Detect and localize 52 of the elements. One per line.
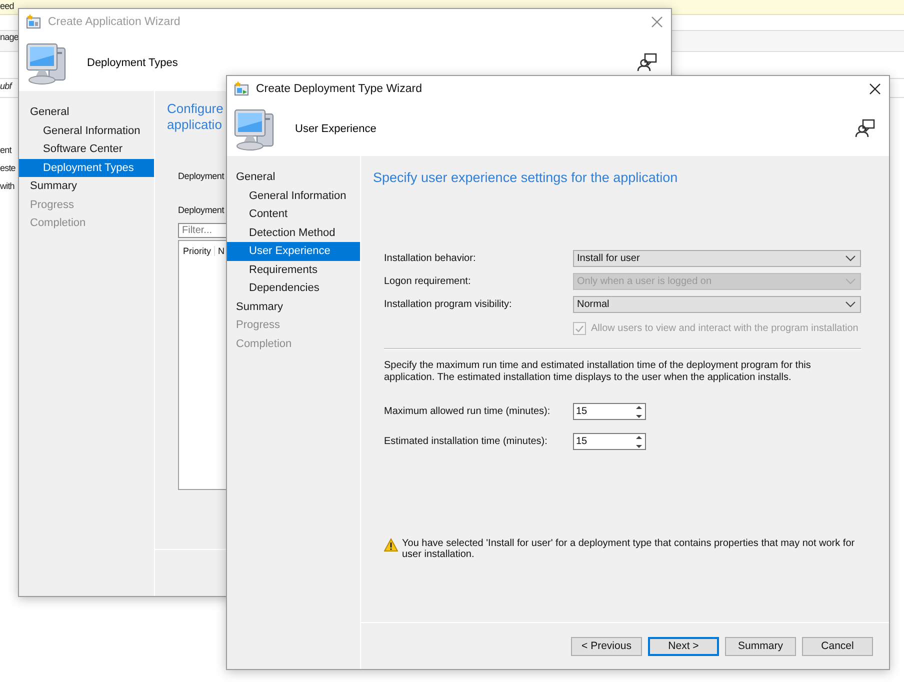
- window-title: Create Application Wizard: [48, 16, 182, 28]
- field-label: Deployment: [178, 171, 224, 181]
- wizard-button[interactable]: Summary: [725, 636, 796, 656]
- nav-item[interactable]: General Information: [19, 122, 154, 140]
- warning-icon: [384, 538, 398, 552]
- column-header[interactable]: Priority: [179, 246, 216, 256]
- field-label: Installation behavior:: [384, 253, 477, 264]
- nav-item[interactable]: Software Center: [19, 140, 154, 158]
- column-header[interactable]: N: [215, 246, 228, 256]
- page-header: User Experience: [295, 122, 378, 134]
- nav-item[interactable]: General: [19, 103, 154, 122]
- window-title: Create Deployment Type Wizard: [256, 82, 423, 94]
- nav-item[interactable]: Content: [227, 205, 360, 224]
- background-text: with: [0, 181, 14, 191]
- field-label: Estimated installation time (minutes):: [384, 436, 548, 447]
- user-feedback-icon: [637, 53, 657, 72]
- chevron-down-icon: [845, 301, 856, 308]
- page-heading: Specify user experience settings for the application: [373, 170, 679, 185]
- page-heading: Configure: [167, 101, 224, 117]
- nav-item[interactable]: General: [227, 168, 360, 186]
- close-icon: [651, 16, 663, 28]
- field-label: Installation program visibility:: [384, 299, 513, 310]
- number-field[interactable]: 15: [573, 403, 646, 420]
- field-label: Maximum allowed run time (minutes):: [384, 406, 552, 417]
- wizard-button[interactable]: Cancel: [802, 636, 873, 656]
- dropdown[interactable]: Install for user: [573, 250, 861, 267]
- field-label: Logon requirement:: [384, 276, 472, 287]
- page-header: Deployment Types: [87, 56, 179, 68]
- background-text: eed: [0, 1, 14, 11]
- nav-item[interactable]: General Information: [227, 186, 360, 205]
- warning-text: You have selected 'Install for user' for a deployment type that contains properties that may not work for user installation.: [402, 538, 856, 560]
- nav-item[interactable]: Deployment Types: [19, 158, 154, 177]
- dropdown[interactable]: Normal: [573, 296, 861, 313]
- description-text: Specify the maximum run time and estimated installation time of the deployment program for this application. The estimated installation time displays to the user when the application installs.: [384, 360, 812, 384]
- chevron-down-icon: [845, 255, 856, 262]
- checkbox-label: Allow users to view and interact with the program installation: [591, 323, 858, 334]
- background-text: nage: [0, 32, 18, 42]
- background-text: ent: [0, 145, 12, 155]
- background-text: este: [0, 163, 16, 173]
- window-icon: [234, 81, 250, 96]
- wizard-button[interactable]: Next >: [648, 636, 719, 656]
- field-label: Deployment: [178, 205, 224, 215]
- user-feedback-icon: [855, 119, 875, 138]
- background-text: ubf: [0, 81, 12, 91]
- nav-item[interactable]: Summary: [19, 177, 154, 196]
- nav-item[interactable]: User Experience: [227, 242, 360, 260]
- number-field[interactable]: 15: [573, 433, 646, 450]
- close-icon: [869, 82, 881, 94]
- page-heading: applicatio: [167, 117, 222, 133]
- window-icon: [26, 14, 42, 29]
- wizard-button[interactable]: < Previous: [571, 636, 642, 656]
- chevron-down-icon: [845, 278, 856, 285]
